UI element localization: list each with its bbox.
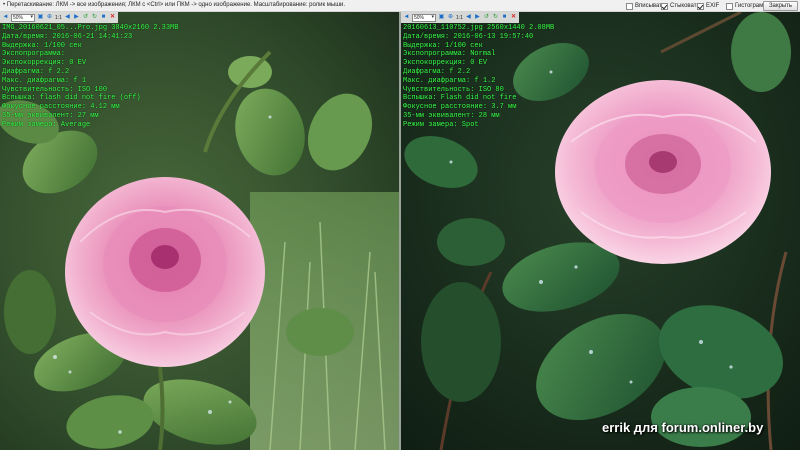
exif-line: Диафрагма: f 2.2 (2, 67, 70, 76)
exif-checkbox[interactable]: EXIF (697, 2, 719, 10)
next-icon[interactable]: ▶ (73, 14, 80, 21)
exif-line: Макс. диафрагма: f 1.2 (403, 76, 496, 85)
image-compare-window: • Перетаскивание: ЛКМ -> все изображения… (0, 0, 800, 450)
exif-line: Режим замера: Average (2, 120, 91, 129)
exif-line: Режим замера: Spot (403, 120, 479, 129)
exif-line: 35-мм эквивалент: 28 мм (403, 111, 500, 120)
zoom-out-icon[interactable]: ◄ (403, 14, 410, 21)
exif-line: Фокусное расстояние: 3.7 мм (403, 103, 517, 112)
left-zoom-select[interactable]: 50% (11, 13, 35, 22)
left-exif-info: IMG_20160621_05...Pro.jpg 3840x2160 2.33… (2, 24, 178, 130)
fit-checkbox-box[interactable] (626, 2, 633, 10)
right-image-pane[interactable]: ◄ 50% ▣ ⊕ 1:1 ◀ ▶ ↺ ↻ ■ ✕ 20160613_11075… (401, 12, 800, 450)
exif-line: Дата/время: 2016-06-21 14:41:23 (2, 32, 133, 41)
usage-hint: • Перетаскивание: ЛКМ -> все изображения… (3, 2, 346, 8)
rotate-right-icon[interactable]: ↻ (492, 14, 499, 21)
histogram-checkbox-box[interactable] (726, 2, 733, 10)
fit-icon[interactable]: ▣ (438, 14, 445, 21)
left-toolbar: ◄ 50% ▣ ⊕ 1:1 ◀ ▶ ↺ ↻ ■ ✕ (0, 12, 118, 23)
prev-icon[interactable]: ◀ (465, 14, 472, 21)
rotate-left-icon[interactable]: ↺ (82, 14, 89, 21)
fit-icon[interactable]: ▣ (37, 14, 44, 21)
exif-line: Фокусное расстояние: 4.12 мм (2, 103, 120, 112)
right-zoom-select[interactable]: 50% (412, 13, 436, 22)
right-toolbar: ◄ 50% ▣ ⊕ 1:1 ◀ ▶ ↺ ↻ ■ ✕ (401, 12, 519, 23)
exif-line: 20160613_110752.jpg 2560x1440 2.08MB (403, 24, 555, 32)
rotate-right-icon[interactable]: ↻ (91, 14, 98, 21)
close-x-icon[interactable]: ✕ (109, 14, 116, 21)
zoom-in-icon[interactable]: ⊕ (447, 14, 454, 21)
close-button[interactable]: Закрыть (763, 1, 798, 11)
fit-checkbox[interactable]: Вписывать (626, 2, 665, 10)
exif-line: IMG_20160621_05...Pro.jpg 3840x2160 2.33… (2, 24, 179, 32)
exif-line: Экспокоррекция: 0 EV (403, 59, 488, 68)
dock-checkbox-label: Стыковать (670, 3, 700, 9)
exif-line: Вспышка: Flash did not fire (403, 94, 517, 103)
dock-checkbox[interactable]: Стыковать (661, 2, 700, 10)
left-image-pane[interactable]: ◄ 50% ▣ ⊕ 1:1 ◀ ▶ ↺ ↻ ■ ✕ IMG_20160621_0… (0, 12, 399, 450)
prev-icon[interactable]: ◀ (64, 14, 71, 21)
zoom-in-icon[interactable]: ⊕ (46, 14, 53, 21)
save-icon[interactable]: ■ (100, 14, 107, 21)
exif-line: Экспокоррекция: 0 EV (2, 59, 87, 68)
dock-checkbox-box[interactable] (661, 2, 668, 10)
exif-checkbox-label: EXIF (706, 3, 720, 9)
save-icon[interactable]: ■ (501, 14, 508, 21)
zoom-out-icon[interactable]: ◄ (2, 14, 9, 21)
exif-checkbox-box[interactable] (697, 2, 704, 10)
close-x-icon[interactable]: ✕ (510, 14, 517, 21)
exif-line: Дата/время: 2016-06-13 19:57:40 (403, 32, 534, 41)
exif-line: 35-мм эквивалент: 27 мм (2, 111, 99, 120)
right-actual-size-label[interactable]: 1:1 (456, 15, 463, 21)
left-actual-size-label[interactable]: 1:1 (55, 15, 62, 21)
forum-watermark: errik для forum.onliner.by (602, 420, 764, 435)
exif-line: Макс. диафрагма: f 1 (2, 76, 87, 85)
right-exif-info: 20160613_110752.jpg 2560x1440 2.08MB Дат… (403, 24, 554, 130)
exif-line: Экспопрограмма: (2, 50, 66, 59)
top-bar: • Перетаскивание: ЛКМ -> все изображения… (0, 0, 800, 12)
next-icon[interactable]: ▶ (474, 14, 481, 21)
exif-line: Экспопрограмма: Normal (403, 50, 496, 59)
exif-line: Диафрагма: f 2.2 (403, 67, 471, 76)
rotate-left-icon[interactable]: ↺ (483, 14, 490, 21)
exif-line: Вспышка: flash did not fire (off) (2, 94, 141, 103)
